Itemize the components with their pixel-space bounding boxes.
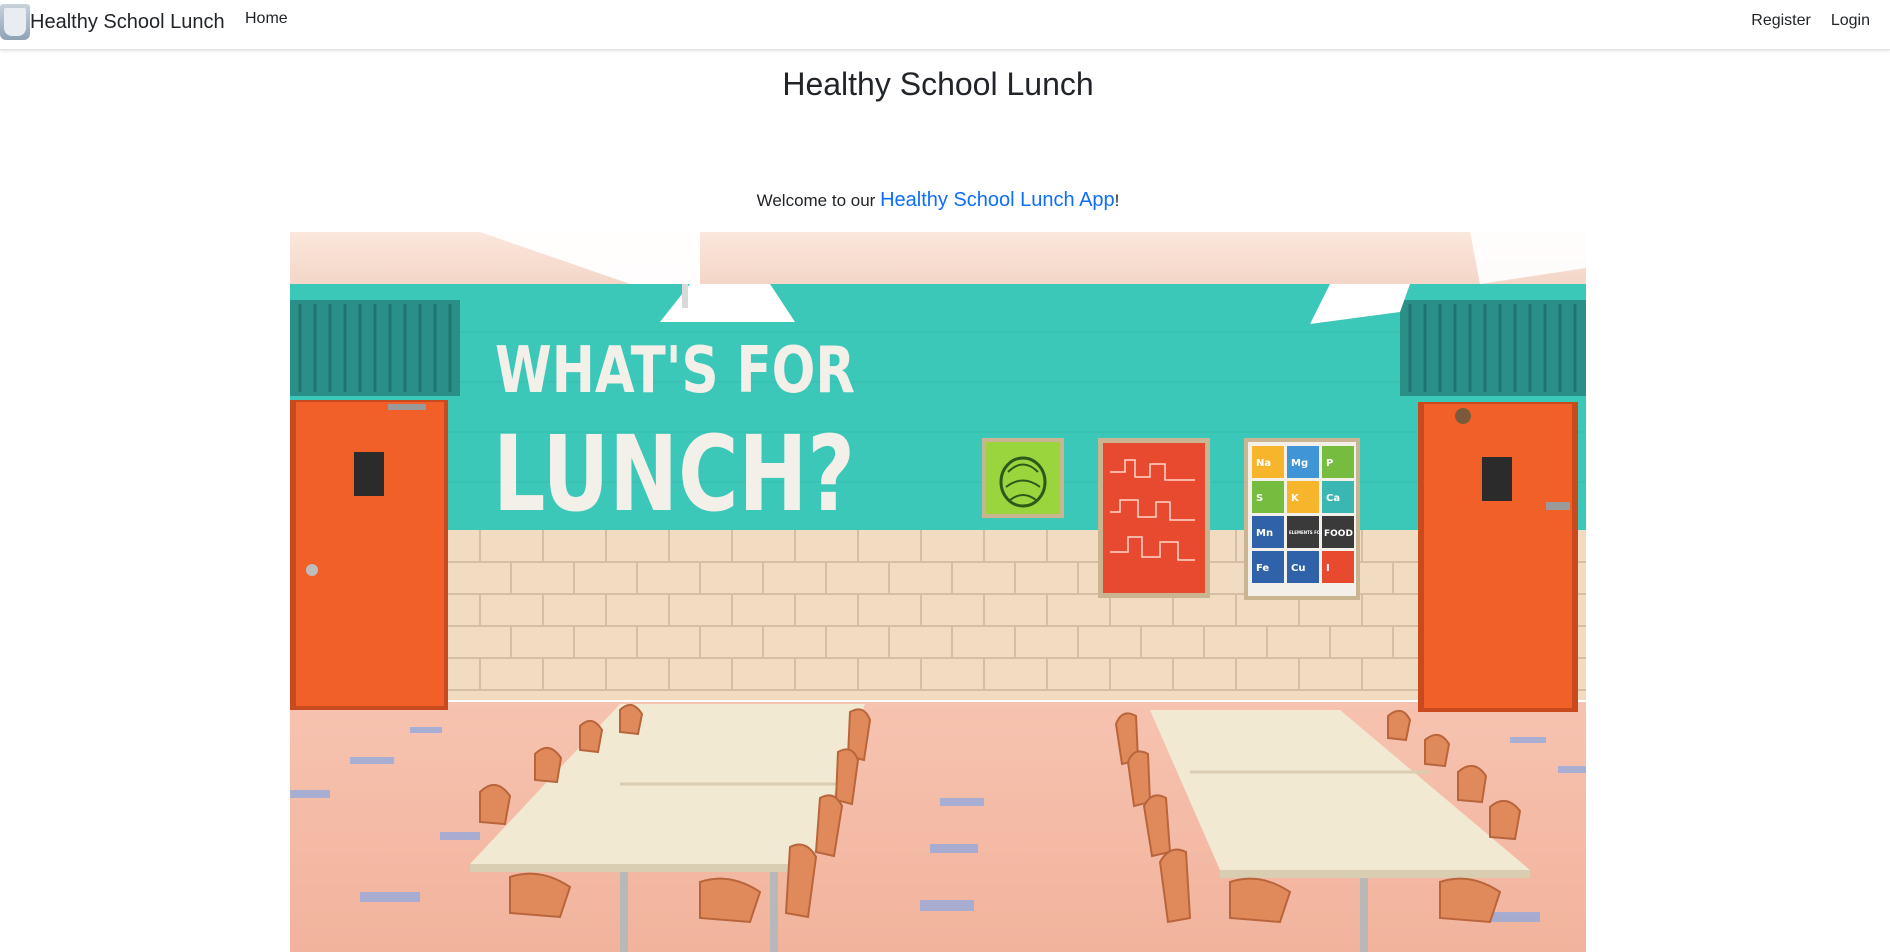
poster-tile-k: K bbox=[1291, 493, 1300, 504]
poster-tile-mg: Mg bbox=[1291, 458, 1308, 469]
app-link[interactable]: Healthy School Lunch App bbox=[880, 189, 1115, 211]
nav-home-link[interactable]: Home bbox=[245, 10, 288, 28]
brand-link[interactable]: Healthy School Lunch bbox=[0, 2, 225, 42]
welcome-suffix: ! bbox=[1114, 191, 1120, 210]
register-link[interactable]: Register bbox=[1751, 12, 1811, 30]
page-title: Healthy School Lunch bbox=[782, 66, 1094, 102]
headline-line-1: WHAT'S FOR bbox=[495, 334, 855, 408]
poster-tile-cu: Cu bbox=[1291, 563, 1305, 574]
welcome-prefix: Welcome to our bbox=[756, 191, 881, 210]
poster-tile-ca: Ca bbox=[1326, 493, 1340, 504]
poster-tile-food: FOOD bbox=[1324, 529, 1353, 539]
poster-tile-mn: Mn bbox=[1256, 528, 1273, 539]
top-navbar: Healthy School Lunch Home Register Login bbox=[0, 0, 1890, 50]
login-link[interactable]: Login bbox=[1831, 12, 1870, 30]
cafeteria-hero-image: WHAT'S FOR LUNCH? Na Mg P S K Ca Mn ELEM… bbox=[290, 232, 1586, 952]
auth-links: Register Login bbox=[1751, 12, 1870, 30]
brand-name: Healthy School Lunch bbox=[30, 10, 225, 33]
welcome-message: Welcome to our Healthy School Lunch App! bbox=[0, 189, 1876, 212]
poster-tile-p: P bbox=[1326, 458, 1333, 469]
poster-tile-fe: Fe bbox=[1256, 563, 1269, 574]
poster-tile-i: I bbox=[1326, 563, 1330, 574]
headline-line-2: LUNCH? bbox=[493, 413, 855, 535]
poster-tile-na: Na bbox=[1256, 458, 1271, 469]
lunchbox-logo-icon bbox=[0, 4, 30, 40]
poster-tile-s: S bbox=[1256, 493, 1263, 504]
